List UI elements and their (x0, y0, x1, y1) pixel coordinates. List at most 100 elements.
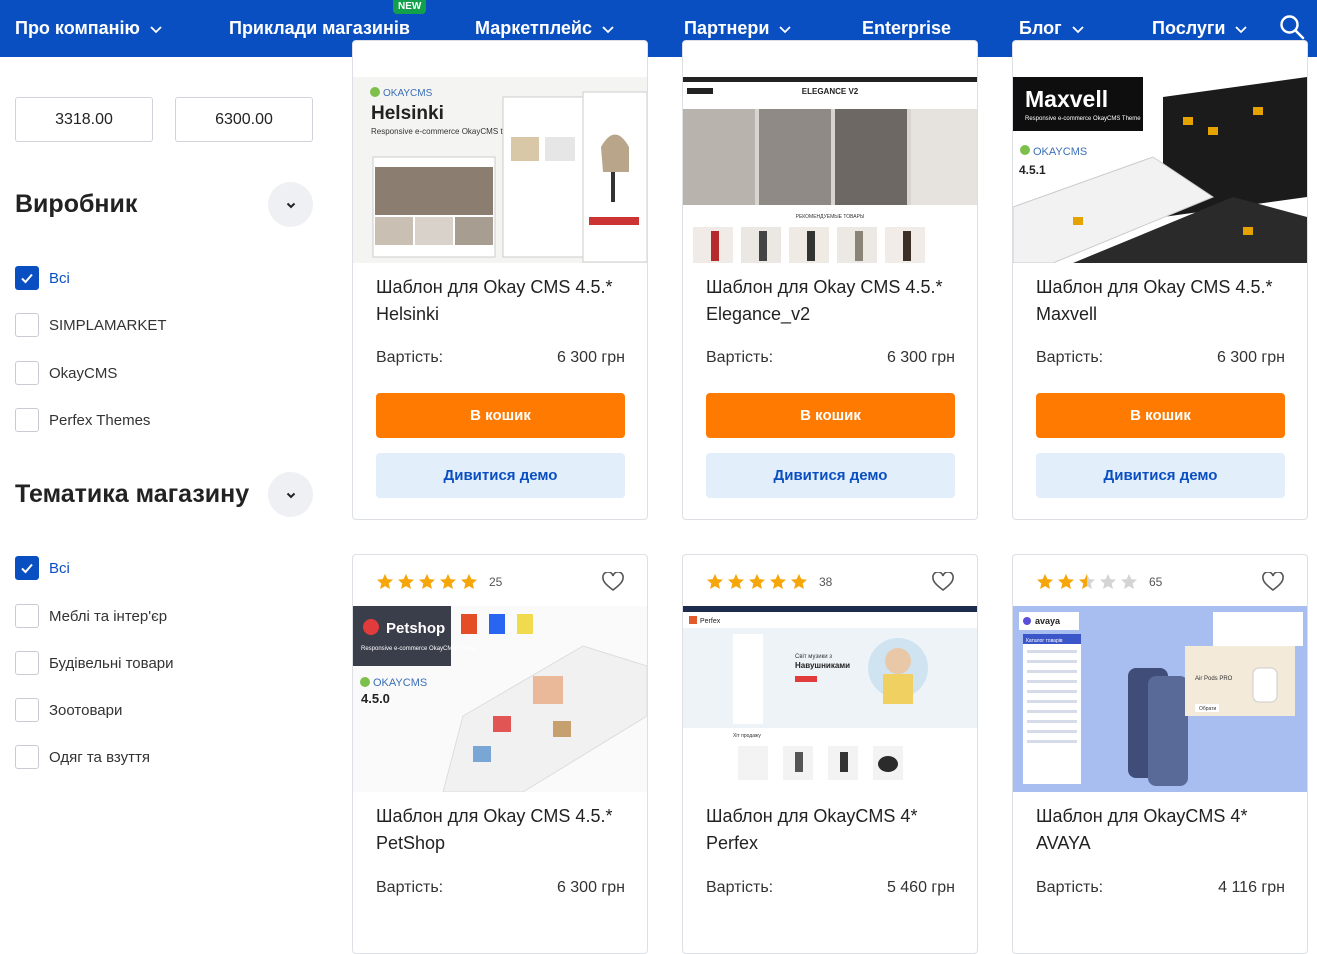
view-demo-button[interactable]: Дивитися демо (376, 453, 625, 498)
price-label: Вартість: (1036, 879, 1104, 896)
star-icon (769, 573, 787, 590)
product-thumbnail[interactable]: Perfex Світ музики з Навушниками Хіт про… (683, 606, 977, 792)
product-thumbnail[interactable]: avaya Каталог товарів Air Pods PRO Обрат… (1013, 606, 1307, 792)
rating-stars: 25 (376, 573, 502, 591)
price-value: 6 300 грн (1216, 349, 1285, 366)
product-thumbnail[interactable]: OKAYCMS Helsinki Responsive e-commerce O… (353, 77, 647, 263)
checkbox[interactable] (15, 698, 39, 722)
nav-examples-label: Приклади магазинів (229, 18, 410, 38)
theme-option-building[interactable]: Будівельні товари (15, 651, 174, 675)
manufacturer-option-all[interactable]: Всі (15, 266, 70, 290)
checkbox[interactable] (15, 266, 39, 290)
view-demo-button[interactable]: Дивитися демо (706, 453, 955, 498)
heart-icon[interactable] (602, 572, 624, 592)
product-card: ELEGANCE V2 РЕКОМЕНДУЕМЫЕ ТОВАРЫ Шаблон … (682, 40, 978, 520)
product-title[interactable]: Шаблон для Okay CMS 4.5.* Helsinki (376, 274, 636, 328)
checkbox[interactable] (15, 361, 39, 385)
view-demo-button[interactable]: Дивитися демо (1036, 453, 1285, 498)
thumb-version: 4.5.1 (1019, 163, 1046, 177)
thumb-brand: OKAYCMS (373, 677, 427, 689)
thumb-name: Helsinki (371, 103, 444, 124)
price-min-input[interactable]: 3318.00 (15, 97, 153, 142)
product-title[interactable]: Шаблон для Okay CMS 4.5.* PetShop (376, 803, 636, 857)
search-icon[interactable] (1278, 13, 1306, 41)
checkbox-label: SIMPLAMARKET (49, 316, 167, 334)
price-value: 6 300 грн (556, 879, 625, 896)
checkbox-label: Зоотовари (49, 701, 123, 719)
checkbox[interactable] (15, 651, 39, 675)
product-thumbnail[interactable]: ELEGANCE V2 РЕКОМЕНДУЕМЫЕ ТОВАРЫ (683, 77, 977, 263)
star-icon (1057, 573, 1075, 590)
svg-text:Світ музики з: Світ музики з (795, 654, 832, 660)
checkbox[interactable] (15, 408, 39, 432)
nav-about[interactable]: Про компанію (15, 0, 163, 57)
product-title[interactable]: Шаблон для Okay CMS 4.5.* Maxvell (1036, 274, 1296, 328)
price-label: Вартість: (706, 349, 774, 366)
thumb-version: 4.5.0 (361, 691, 390, 706)
thumb-name: Petshop (386, 620, 445, 637)
checkbox-label: Будівельні товари (49, 654, 174, 672)
product-title[interactable]: Шаблон для Okay CMS 4.5.* Elegance_v2 (706, 274, 966, 328)
thumb-brand: OKAYCMS (1033, 146, 1087, 158)
thumb-sub: Responsive e-commerce OkayCMS theme (371, 127, 523, 136)
price-label: Вартість: (706, 879, 774, 896)
price-max-input[interactable]: 6300.00 (175, 97, 313, 142)
star-empty-icon (1120, 573, 1138, 590)
checkbox[interactable] (15, 745, 39, 769)
star-empty-icon (1099, 573, 1117, 590)
manufacturer-option-perfex[interactable]: Perfex Themes (15, 408, 150, 432)
theme-option-pets[interactable]: Зоотовари (15, 698, 122, 722)
product-title[interactable]: Шаблон для OkayCMS 4* Perfex (706, 803, 966, 857)
checkbox-label: Всі (49, 559, 70, 577)
add-to-cart-button[interactable]: В кошик (706, 393, 955, 438)
checkbox[interactable] (15, 556, 39, 580)
theme-option-all[interactable]: Всі (15, 556, 70, 580)
product-card: 65 avaya Каталог товарів Air Pods PRO Об… (1012, 554, 1308, 954)
theme-option-furniture[interactable]: Меблі та інтер'єр (15, 604, 167, 628)
product-thumbnail[interactable]: Petshop Responsive e-commerce OkayCMS Th… (353, 606, 647, 792)
price-value: 6 300 грн (556, 349, 625, 366)
manufacturer-option-simplamarket[interactable]: SIMPLAMARKET (15, 313, 167, 337)
thumb-sub: Responsive e-commerce OkayCMS Theme (361, 646, 477, 652)
checkbox[interactable] (15, 604, 39, 628)
star-icon (727, 573, 745, 590)
chevron-down-icon (1072, 25, 1084, 33)
product-card: 38 Perfex Світ музики з Навушниками Хіт … (682, 554, 978, 954)
theme-option-clothing[interactable]: Одяг та взуття (15, 745, 150, 769)
product-title[interactable]: Шаблон для OkayCMS 4* AVAYA (1036, 803, 1296, 857)
add-to-cart-button[interactable]: В кошик (376, 393, 625, 438)
product-card: OKAYCMS Helsinki Responsive e-commerce O… (352, 40, 648, 520)
chevron-down-icon (779, 25, 792, 33)
manufacturer-option-okaycms[interactable]: OkayCMS (15, 361, 117, 385)
thumb-sub: РЕКОМЕНДУЕМЫЕ ТОВАРЫ (796, 214, 865, 220)
price-value: 5 460 грн (886, 879, 955, 896)
thumb-sub: Хіт продажу (733, 733, 761, 739)
helsinki-thumbnail-image: OKAYCMS Helsinki Responsive e-commerce O… (370, 87, 647, 263)
star-icon (1036, 573, 1054, 590)
add-to-cart-button[interactable]: В кошик (1036, 393, 1285, 438)
price-value: 4 116 грн (1218, 879, 1285, 896)
manufacturer-collapse-button[interactable] (268, 182, 313, 227)
avaya-thumbnail-image: avaya Каталог товарів Air Pods PRO Обрат… (1013, 606, 1307, 792)
chevron-down-icon (286, 202, 295, 208)
nav-about-label: Про компанію (15, 18, 140, 38)
nav-services-label: Послуги (1152, 18, 1226, 38)
thumb-sub: Responsive e-commerce OkayCMS Theme (1025, 116, 1141, 122)
theme-title: Тематика магазину (15, 480, 250, 508)
theme-collapse-button[interactable] (268, 472, 313, 517)
checkbox-label: Perfex Themes (49, 411, 151, 429)
review-count: 65 (1149, 575, 1163, 589)
product-card: Maxvell Responsive e-commerce OkayCMS Th… (1012, 40, 1308, 520)
manufacturer-title: Виробник (15, 190, 138, 218)
checkbox[interactable] (15, 313, 39, 337)
thumb-menu: Каталог товарів (1026, 638, 1063, 644)
star-icon (397, 573, 415, 590)
checkbox-label: Меблі та інтер'єр (49, 607, 168, 625)
chevron-down-icon (1235, 25, 1248, 33)
star-half-icon (1078, 573, 1096, 590)
heart-icon[interactable] (1262, 572, 1284, 592)
heart-icon[interactable] (932, 572, 954, 592)
star-icon (460, 573, 478, 590)
product-thumbnail[interactable]: Maxvell Responsive e-commerce OkayCMS Th… (1013, 77, 1307, 263)
checkbox-label: OkayCMS (49, 364, 118, 382)
